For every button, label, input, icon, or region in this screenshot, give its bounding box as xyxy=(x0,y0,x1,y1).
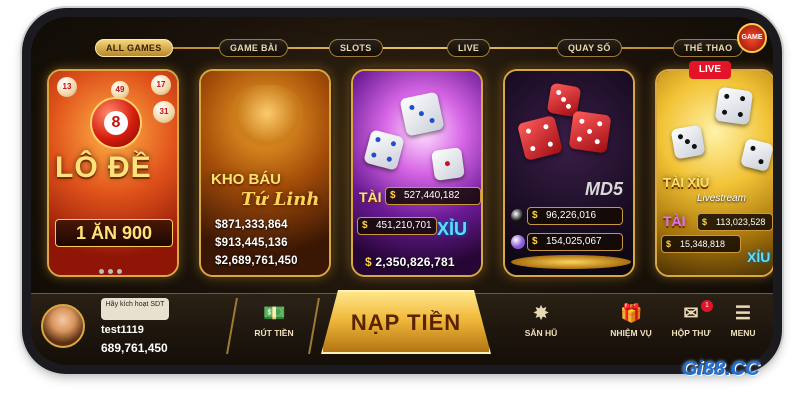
game-card-md5[interactable]: MD5 $96,226,016 $154,025,067 xyxy=(503,69,635,277)
gift-icon: 🎁 xyxy=(620,303,643,323)
game-lobby-screen: ALL GAMES GAME BÀI SLOTS LIVE QUAY SỐ TH… xyxy=(31,17,773,365)
jackpot-hunt-label: SĂN HŨ xyxy=(524,328,558,338)
withdraw-button[interactable]: 💵 RÚT TIỀN xyxy=(241,302,307,338)
balance: 689,761,450 xyxy=(101,341,168,355)
tab-live[interactable]: LIVE xyxy=(447,39,491,57)
dice-icon xyxy=(670,124,706,160)
md5-label: MD5 xyxy=(585,179,624,199)
phone-frame: ALL GAMES GAME BÀI SLOTS LIVE QUAY SỐ TH… xyxy=(22,8,782,374)
mail-icon: ✉ xyxy=(683,303,699,323)
lottery-ball: 31 xyxy=(153,101,175,123)
deposit-button[interactable]: NẠP TIỀN xyxy=(321,290,491,354)
xiu-label: XỈU xyxy=(747,249,771,265)
lottery-ball: 17 xyxy=(151,75,171,95)
dice-icon xyxy=(399,91,445,137)
xiu-label: XỈU xyxy=(437,219,468,239)
mail-notification-badge: 1 xyxy=(701,300,713,312)
dice-icon xyxy=(714,86,754,126)
jackpot-value: $871,333,864 xyxy=(215,219,288,231)
tai-label: TÀI xyxy=(663,213,686,229)
game-card-tai-xiu-livestream[interactable]: TÀI XỈU Livestream TÀI $113,023,528 $15,… xyxy=(655,69,773,277)
wheel-icon: ✸ xyxy=(533,303,549,323)
withdraw-icon: 💵 xyxy=(263,303,286,323)
tu-linh-title: Tứ Linh xyxy=(241,189,320,210)
tab-slots[interactable]: SLOTS xyxy=(329,39,383,57)
livestream-label: Livestream xyxy=(697,193,746,204)
jackpot-value: $2,689,761,450 xyxy=(215,255,298,267)
tab-quay-so[interactable]: QUAY SỐ xyxy=(557,39,622,57)
live-badge: LIVE xyxy=(689,61,731,79)
hamburger-menu-icon: ☰ xyxy=(734,303,752,323)
lode-title: LÔ ĐỀ xyxy=(55,151,152,184)
coins-icon xyxy=(511,255,631,269)
kho-bau-title: KHO BÁU xyxy=(211,171,281,188)
tai-xiu-title: TÀI XỈU xyxy=(663,175,710,190)
lottery-ball-icon: 8 xyxy=(90,97,142,149)
livestream-amount: $113,023,528 xyxy=(697,213,773,231)
tab-all-games[interactable]: ALL GAMES xyxy=(95,39,173,57)
avatar[interactable] xyxy=(41,304,85,348)
withdraw-label: RÚT TIỀN xyxy=(254,328,294,338)
verify-phone-button[interactable]: Hãy kích hoạt SDT xyxy=(101,298,169,320)
menu-button[interactable]: ☰ MENU xyxy=(723,302,763,338)
username: test1119 xyxy=(101,324,144,336)
dice-icon xyxy=(568,110,612,154)
game-card-kho-bau-tu-linh[interactable]: KHO BÁU Tứ Linh $871,333,864 $913,445,13… xyxy=(199,69,331,277)
missions-label: NHIỆM VỤ xyxy=(610,328,652,338)
missions-button[interactable]: 🎁 NHIỆM VỤ xyxy=(599,302,663,338)
ball-number: 8 xyxy=(104,111,128,135)
dice-icon xyxy=(431,147,465,181)
tai-label: TÀI xyxy=(359,189,382,205)
mailbox-label: HỘP THƯ xyxy=(671,328,711,338)
tai-amount: $527,440,182 xyxy=(385,187,481,205)
bottom-bar: Hãy kích hoạt SDT test1119 689,761,450 💵… xyxy=(31,290,773,365)
dragon-icon xyxy=(231,85,303,155)
black-orb-icon xyxy=(511,209,525,223)
category-tabs: ALL GAMES GAME BÀI SLOTS LIVE QUAY SỐ TH… xyxy=(91,37,751,59)
game-card-tai-xiu[interactable]: TÀI $527,440,182 $451,210,701 XỈU $ 2,35… xyxy=(351,69,483,277)
tai-xiu-total: $ 2,350,826,781 xyxy=(365,255,455,269)
lottery-ball: 13 xyxy=(57,77,77,97)
menu-label: MENU xyxy=(730,328,756,338)
tab-game-bai[interactable]: GAME BÀI xyxy=(219,39,289,57)
jackpot-value: $913,445,136 xyxy=(215,237,288,249)
tab-the-thao[interactable]: THỂ THAO xyxy=(673,39,744,57)
carousel-dots xyxy=(99,261,126,275)
jackpot-hunt-button[interactable]: ✸ SĂN HŨ xyxy=(511,302,571,338)
livestream-amount: $15,348,818 xyxy=(661,235,741,253)
lode-promo: 1 ĂN 900 xyxy=(55,219,173,247)
game-corner-badge[interactable]: GAME xyxy=(737,23,767,53)
purple-orb-icon xyxy=(511,235,525,249)
md5-amount: $96,226,016 xyxy=(527,207,623,225)
md5-amount: $154,025,067 xyxy=(527,233,623,251)
xiu-amount: $451,210,701 xyxy=(357,217,437,235)
game-card-lode[interactable]: 13 49 17 31 8 LÔ ĐỀ 1 ĂN 900 xyxy=(47,69,179,277)
site-watermark: Gi88.CC xyxy=(682,358,760,380)
